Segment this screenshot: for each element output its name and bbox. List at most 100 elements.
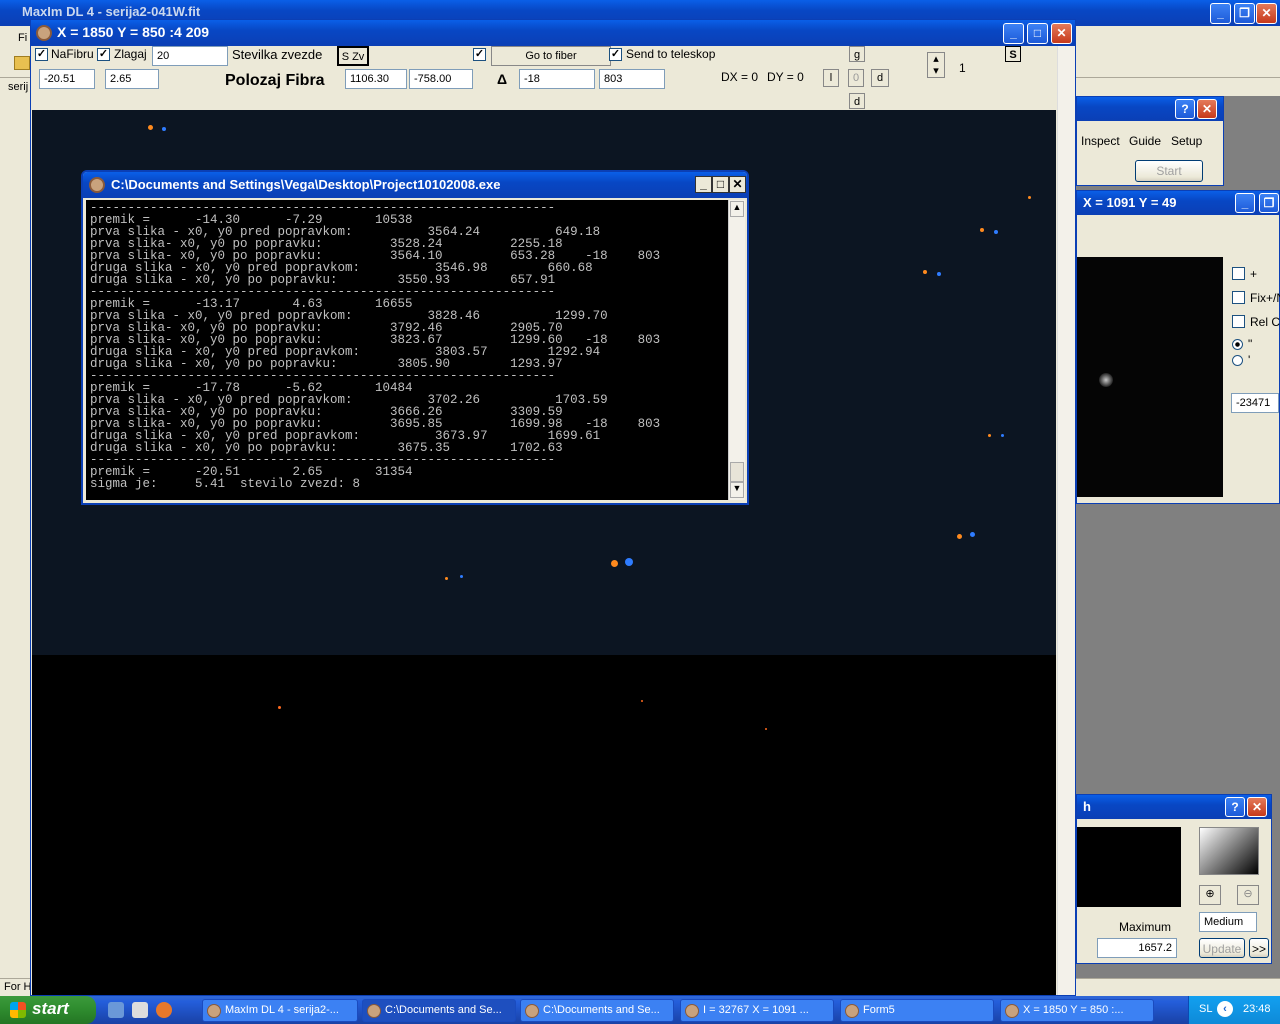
radio-minutes-label: ' [1248,353,1251,367]
field-2[interactable]: 2.65 [105,69,159,89]
tab-setup[interactable]: Setup [1171,134,1202,148]
fiber-title-bar: X = 1850 Y = 850 :4 209 _ □ ✕ [31,20,1075,46]
task-info[interactable]: I = 32767 X = 1091 ... [680,999,834,1022]
polozaj-label: Polozaj Fibra [225,72,325,89]
information-panel: X = 1091 Y = 49 _ ❐ + Fix+/N Rel C " ' -… [1076,190,1280,504]
task-fiber[interactable]: X = 1850 Y = 850 :... [1000,999,1154,1022]
stevilka-spinbox[interactable]: 20 [152,46,228,66]
task-console-1[interactable]: C:\Documents and Se... [362,999,516,1022]
menu-file[interactable]: Fi [18,32,27,44]
maximize-button[interactable]: □ [712,176,729,193]
star [278,706,281,709]
restore-button[interactable]: ❐ [1259,193,1279,213]
task-console-2[interactable]: C:\Documents and Se... [520,999,674,1022]
fiber-controls: ✓ NaFibru ✓ Zlagaj 20 Stevilka zvezde S … [31,46,1057,110]
more-button[interactable]: >> [1249,938,1269,958]
fiber-option-checkbox[interactable]: ✓ [473,48,486,61]
panel-close-button[interactable]: ✕ [1247,797,1267,817]
stretch-mode-select[interactable]: Medium [1199,912,1257,932]
task-maxim[interactable]: MaxIm DL 4 - serija2-... [202,999,358,1022]
fix-checkbox[interactable] [1232,291,1245,304]
close-button[interactable]: ✕ [729,176,746,193]
console-window: C:\Documents and Settings\Vega\Desktop\P… [81,170,749,505]
tray-expand-icon[interactable]: ‹ [1217,1001,1233,1017]
gap-area [1224,96,1280,186]
app-icon [525,1004,539,1018]
status-text: For H [4,981,32,993]
maxim-left-strip [0,98,30,978]
radio-minutes[interactable] [1232,355,1243,366]
panel-close-button[interactable]: ✕ [1197,99,1217,119]
minimize-button[interactable]: _ [1210,3,1231,24]
task-label: MaxIm DL 4 - serija2-... [225,1004,339,1016]
firefox-quicklaunch-icon[interactable] [156,1002,172,1018]
zero-button[interactable]: 0 [848,69,864,87]
start-button[interactable]: Start [1135,160,1203,182]
scroll-up-icon[interactable]: ▲ [730,201,744,217]
tab-guide[interactable]: Guide [1129,134,1161,148]
s-button[interactable]: S [1005,46,1021,62]
minimize-button[interactable]: _ [1003,23,1024,44]
zlagaj-checkbox[interactable]: ✓ [97,48,110,61]
d-button[interactable]: d [871,69,889,87]
spin-updown[interactable]: ▴ ▾ [927,52,945,78]
fiber-scrollbar[interactable] [1057,46,1075,995]
minimize-button[interactable]: _ [695,176,712,193]
radio-seconds[interactable] [1232,339,1243,350]
zoomed-star [1099,373,1113,387]
stretch-panel-title: h ? ✕ [1077,795,1271,819]
restore-button[interactable]: ❐ [1234,3,1255,24]
relc-checkbox[interactable] [1232,315,1245,328]
g-button[interactable]: g [849,46,865,62]
star [994,230,998,234]
star [611,560,618,567]
star [1001,434,1004,437]
task-label: X = 1850 Y = 850 :... [1023,1004,1124,1016]
scroll-down-icon[interactable]: ▼ [730,482,744,498]
ie-quicklaunch-icon[interactable] [108,1002,124,1018]
scroll-thumb[interactable] [730,462,744,482]
send-telescope-checkbox[interactable]: ✓ [609,48,622,61]
star [765,728,767,730]
task-label: I = 32767 X = 1091 ... [703,1004,809,1016]
dy-label: DY = 0 [767,70,804,84]
pos-x-input[interactable]: 1106.30 [345,69,407,89]
close-button[interactable]: ✕ [1256,3,1277,24]
help-button[interactable]: ? [1225,797,1245,817]
star [460,575,463,578]
delta-y-input[interactable]: 803 [599,69,665,89]
task-label: C:\Documents and Se... [385,1004,502,1016]
d2-button[interactable]: d [849,93,865,109]
update-button[interactable]: Update [1199,938,1245,958]
relc-label: Rel C [1250,315,1280,329]
maximize-button[interactable]: □ [1027,23,1048,44]
star [445,577,448,580]
maxim-quicklaunch-icon[interactable] [132,1002,148,1018]
pos-y-input[interactable]: -758.00 [409,69,473,89]
fiber-window: X = 1850 Y = 850 :4 209 _ □ ✕ ✓ NaFibru … [30,19,1076,996]
field-1[interactable]: -20.51 [39,69,95,89]
task-form5[interactable]: Form5 [840,999,994,1022]
maximum-input[interactable]: 1657.2 [1097,938,1177,958]
go-to-fiber-button[interactable]: Go to fiber [491,46,611,66]
zoom-in-icon[interactable]: ⊕ [1199,885,1221,905]
start-button[interactable]: start [0,996,96,1024]
info-value-field[interactable]: -23471 [1231,393,1279,413]
help-button[interactable]: ? [1175,99,1195,119]
star [923,270,927,274]
image-tab[interactable]: serij [8,81,28,93]
szv-button[interactable]: S Zv [337,46,369,66]
open-folder-icon[interactable] [14,56,30,70]
plus-checkbox[interactable] [1232,267,1245,280]
close-button[interactable]: ✕ [1051,23,1072,44]
star [641,700,643,702]
l-button[interactable]: l [823,69,839,87]
language-indicator[interactable]: SL [1199,1003,1212,1015]
delta-x-input[interactable]: -18 [519,69,595,89]
camera-control-panel: ? ✕ Inspect Guide Setup Start [1076,96,1224,186]
zoom-out-icon[interactable]: ⊖ [1237,885,1259,905]
console-scrollbar[interactable]: ▲ ▼ [728,200,745,500]
minimize-button[interactable]: _ [1235,193,1255,213]
nafibru-checkbox[interactable]: ✓ [35,48,48,61]
tab-inspect[interactable]: Inspect [1081,134,1120,148]
